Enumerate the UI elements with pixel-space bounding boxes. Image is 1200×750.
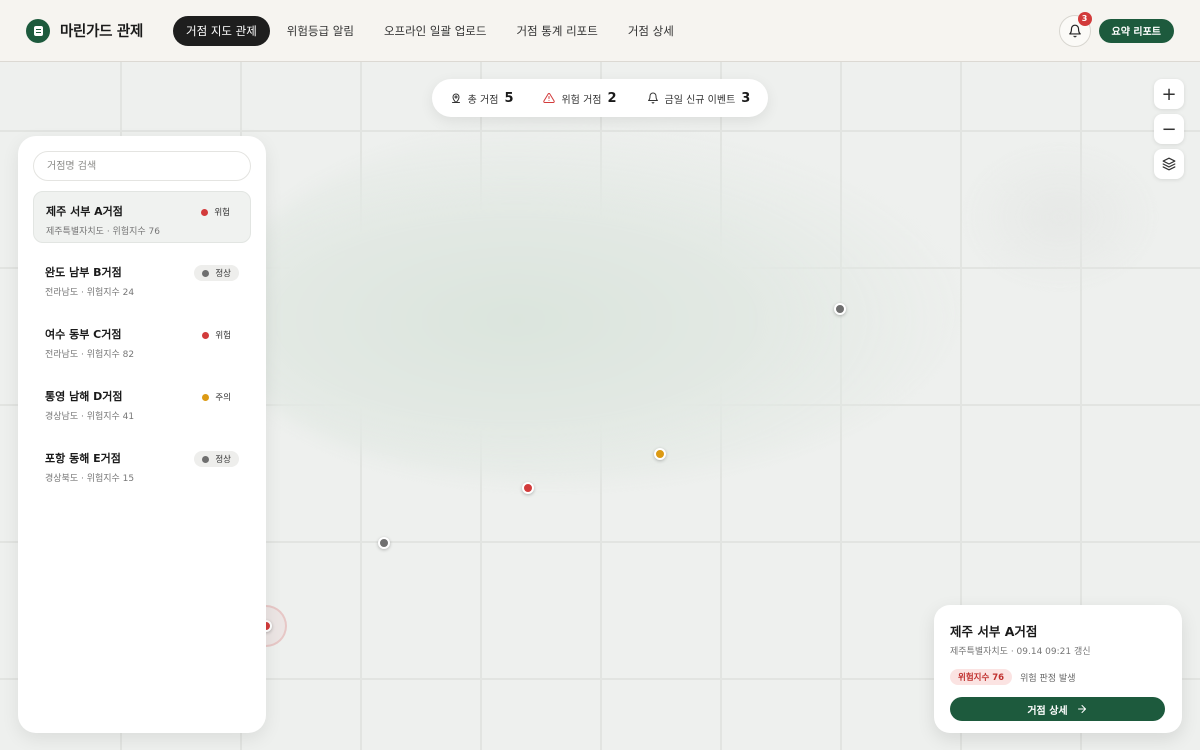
landmass-shape xyxy=(220,122,960,482)
tab-map-monitoring[interactable]: 거점 지도 관제 xyxy=(173,15,270,46)
site-pin-b[interactable] xyxy=(834,303,846,315)
site-meta: 전라남도 · 위험지수 24 xyxy=(45,288,135,298)
landmass-shape xyxy=(960,142,1160,292)
risk-status-text: 위험 판정 발생 xyxy=(1020,673,1076,684)
stat-total: 총 거점 5 xyxy=(450,90,514,106)
detail-button-label: 거점 상세 xyxy=(1027,705,1068,717)
app-title: 마린가드 관제 xyxy=(60,24,143,40)
site-list-item-b[interactable]: 완도 남부 B거점 전라남도 · 위험지수 24 정상 xyxy=(33,253,251,305)
tab-site-detail[interactable]: 거점 상세 xyxy=(615,16,687,46)
site-meta: 제주특별자치도 · 위험지수 76 xyxy=(46,227,160,237)
top-header: 마린가드 관제 거점 지도 관제 위험등급 알림 오프라인 일괄 업로드 거점 … xyxy=(0,0,1200,62)
site-pin-c[interactable] xyxy=(522,482,534,494)
summary-report-button[interactable]: 요약 리포트 xyxy=(1098,18,1174,43)
risk-index-badge: 위험지수 76 xyxy=(950,669,1013,685)
stat-events-value: 3 xyxy=(741,90,751,106)
logo-icon xyxy=(26,18,50,43)
status-dot xyxy=(202,269,210,277)
app-logo[interactable]: 마린가드 관제 xyxy=(26,18,143,43)
bell-icon xyxy=(1068,24,1081,37)
site-meta: 경상남도 · 위험지수 41 xyxy=(45,412,135,422)
stat-risk: 위험 거점 2 xyxy=(543,90,617,106)
zoom-in-button[interactable]: + xyxy=(1154,79,1184,109)
tab-offline-upload[interactable]: 오프라인 일괄 업로드 xyxy=(371,16,500,46)
stat-events-label: 금일 신규 이벤트 xyxy=(664,94,736,106)
status-label: 정상 xyxy=(215,455,231,465)
tab-risk-alerts[interactable]: 위험등급 알림 xyxy=(274,16,367,46)
stat-total-label: 총 거점 xyxy=(467,94,499,106)
status-badge: 위험 xyxy=(193,204,238,220)
site-search-input[interactable] xyxy=(33,151,251,181)
site-meta: 전라남도 · 위험지수 82 xyxy=(45,350,135,360)
status-badge: 주의 xyxy=(194,389,239,405)
status-badge: 위험 xyxy=(194,327,239,343)
site-detail-card: 제주 서부 A거점 제주특별자치도 · 09.14 09:21 갱신 위험지수 … xyxy=(934,605,1182,733)
status-dot xyxy=(202,455,210,463)
status-dot xyxy=(202,331,210,339)
status-label: 주의 xyxy=(215,393,231,403)
location-pin-icon xyxy=(451,93,460,103)
detail-title: 제주 서부 A거점 xyxy=(950,624,1038,639)
warning-icon xyxy=(543,92,556,103)
site-pin-e[interactable] xyxy=(378,537,390,549)
main-nav: 거점 지도 관제 위험등급 알림 오프라인 일괄 업로드 거점 통계 리포트 거… xyxy=(173,15,687,46)
site-meta: 경상북도 · 위험지수 15 xyxy=(45,474,135,484)
arrow-right-icon xyxy=(1077,705,1086,713)
site-list-item-d[interactable]: 통영 남해 D거점 경상남도 · 위험지수 41 주의 xyxy=(33,377,251,429)
status-dot xyxy=(202,393,210,401)
layers-button[interactable] xyxy=(1154,149,1184,179)
site-list-item-a[interactable]: 제주 서부 A거점 제주특별자치도 · 위험지수 76 위험 xyxy=(33,191,251,243)
site-list-item-c[interactable]: 여수 동부 C거점 전라남도 · 위험지수 82 위험 xyxy=(33,315,251,367)
status-badge: 정상 xyxy=(194,451,239,467)
notification-badge: 3 xyxy=(1077,11,1092,26)
stat-risk-label: 위험 거점 xyxy=(561,94,602,106)
summary-stats-bar: 총 거점 5 위험 거점 2 금일 신규 이벤트 3 xyxy=(432,79,768,117)
stat-risk-value: 2 xyxy=(607,90,617,106)
detail-subtitle: 제주특별자치도 · 09.14 09:21 갱신 xyxy=(950,647,1091,657)
status-label: 위험 xyxy=(214,208,230,218)
tab-statistics-report[interactable]: 거점 통계 리포트 xyxy=(503,16,610,46)
minus-icon: − xyxy=(1161,118,1177,140)
site-list-panel: 제주 서부 A거점 제주특별자치도 · 위험지수 76 위험 완도 남부 B거점… xyxy=(18,136,266,733)
plus-icon: + xyxy=(1161,83,1177,105)
alarm-icon xyxy=(647,92,658,104)
notification-button[interactable]: 3 xyxy=(1058,11,1092,47)
status-label: 정상 xyxy=(215,269,231,279)
stat-events: 금일 신규 이벤트 3 xyxy=(647,90,751,106)
site-list-item-e[interactable]: 포항 동해 E거점 경상북도 · 위험지수 15 정상 xyxy=(33,439,251,491)
layers-icon xyxy=(1162,157,1176,171)
stat-total-value: 5 xyxy=(504,90,514,106)
zoom-out-button[interactable]: − xyxy=(1154,114,1184,144)
site-pin-d[interactable] xyxy=(654,448,666,460)
status-badge: 정상 xyxy=(194,265,239,281)
status-label: 위험 xyxy=(215,331,231,341)
status-dot xyxy=(201,208,209,216)
site-detail-button[interactable]: 거점 상세 xyxy=(950,697,1165,721)
